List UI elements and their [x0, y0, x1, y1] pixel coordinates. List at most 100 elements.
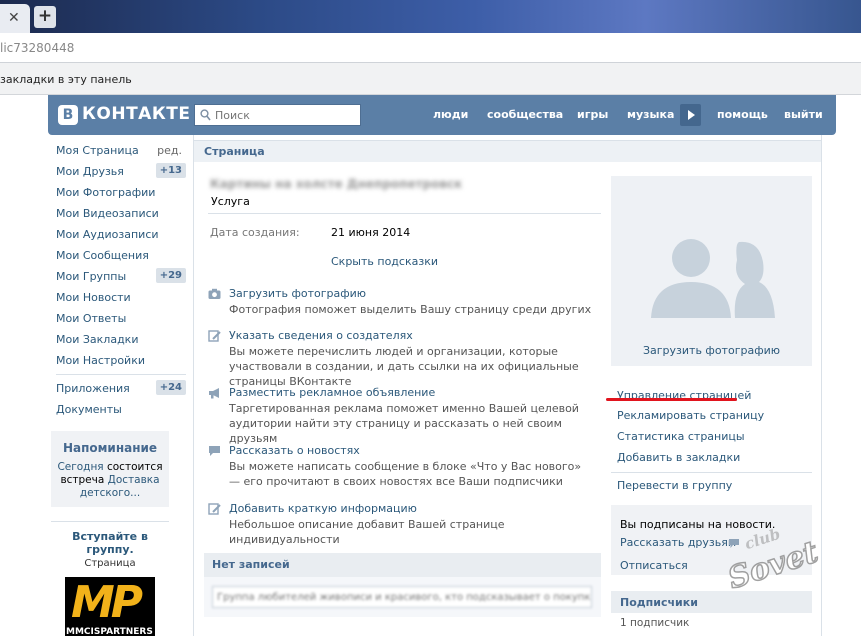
page-name: Картины на холсте Днепропетровск — [210, 177, 463, 191]
nav-logout[interactable]: выйти — [784, 108, 823, 121]
join-group-block: Вступайте в группу. Страница — [51, 521, 169, 569]
menu-label: Мои Ответы — [56, 312, 127, 325]
bookmarks-hint: закладки в эту панель — [0, 73, 132, 86]
tip-creators: Указать сведения о создателях Вы можете … — [208, 329, 598, 388]
page-photo-placeholder[interactable]: Загрузить фотографию — [611, 176, 812, 366]
close-icon[interactable]: ✕ — [8, 10, 20, 26]
reminder-body: Сегодня состоится встреча Доставка детск… — [57, 461, 163, 500]
tip-title[interactable]: Разместить рекламное объявление — [229, 386, 435, 399]
menu-label: Мои Закладки — [56, 333, 139, 346]
nav-games[interactable]: игры — [577, 108, 608, 121]
page-stats-link[interactable]: Статистика страницы — [617, 430, 745, 443]
no-posts-title: Нет записей — [212, 558, 290, 571]
tip-desc: Фотография поможет выделить Вашу страниц… — [229, 303, 592, 316]
people-silhouette-icon — [651, 239, 775, 318]
menu-my-photos[interactable]: Мои Фотографии — [56, 183, 186, 203]
page-category: Услуга — [211, 195, 250, 208]
nav-music[interactable]: музыка — [627, 108, 674, 121]
menu-label: Мои Группы — [56, 270, 127, 283]
upload-photo-link[interactable]: Загрузить фотографию — [611, 344, 812, 357]
tip-title[interactable]: Указать сведения о создателях — [229, 329, 413, 342]
address-bar[interactable]: lic73280448 — [0, 33, 861, 63]
menu-documents[interactable]: Документы — [56, 400, 186, 420]
wall-post-input[interactable] — [212, 586, 592, 608]
menu-my-bookmarks[interactable]: Мои Закладки — [56, 330, 186, 350]
vk-header: В КОНТАКТЕ люди сообщества игры музыка п… — [48, 95, 836, 135]
tip-desc: Вы можете перечислить людей и организаци… — [229, 345, 579, 388]
apps-badge: +24 — [155, 380, 186, 395]
nav-help[interactable]: помощь — [717, 108, 768, 121]
menu-label: Мои Сообщения — [56, 249, 149, 262]
advertise-page-link[interactable]: Рекламировать страницу — [617, 409, 764, 422]
new-tab-button[interactable]: + — [34, 6, 56, 28]
tip-desc: Таргетированная реклама поможет именно В… — [229, 402, 579, 445]
menu-label: Мои Новости — [56, 291, 131, 304]
menu-my-videos[interactable]: Мои Видеозаписи — [56, 204, 186, 224]
menu-label: Мои Друзья — [56, 165, 124, 178]
menu-apps[interactable]: Приложения +24 — [56, 379, 186, 399]
url-text: lic73280448 — [0, 41, 75, 55]
chat-bubble-icon — [209, 446, 220, 456]
join-title[interactable]: Вступайте в группу. — [51, 530, 169, 556]
subscribers-title: Подписчики — [620, 596, 698, 609]
menu-my-page[interactable]: Моя Страница ред. — [56, 141, 186, 161]
menu-label: Мои Видеозаписи — [56, 207, 159, 220]
info-divider — [208, 213, 601, 214]
nav-communities[interactable]: сообщества — [487, 108, 563, 121]
menu-my-audio[interactable]: Мои Аудиозаписи — [56, 225, 186, 245]
subscribers-count[interactable]: 1 подписчик — [620, 617, 689, 629]
tip-title[interactable]: Рассказать о новостях — [229, 444, 360, 457]
menu-label: Документы — [56, 403, 122, 416]
add-bookmark-link[interactable]: Добавить в закладки — [617, 451, 740, 464]
menu-my-groups[interactable]: Мои Группы +29 — [56, 267, 186, 287]
menu-label: Приложения — [56, 382, 130, 395]
play-icon[interactable] — [680, 104, 701, 126]
vk-logo-icon: В — [58, 105, 78, 125]
browser-tab[interactable]: ✕ — [0, 4, 30, 33]
highlight-underline — [606, 398, 737, 401]
edit-link[interactable]: ред. — [157, 144, 182, 157]
reminder-today-link[interactable]: Сегодня — [57, 461, 103, 473]
no-posts-header: Нет записей — [204, 553, 601, 577]
unsubscribe-link[interactable]: Отписаться — [620, 559, 688, 572]
hide-hints-link[interactable]: Скрыть подсказки — [331, 255, 438, 268]
menu-my-settings[interactable]: Мои Настройки — [56, 351, 186, 371]
created-label: Дата создания: — [210, 226, 300, 239]
tip-short-info: Добавить краткую информацию Небольшое оп… — [208, 502, 598, 546]
menu-my-answers[interactable]: Мои Ответы — [56, 309, 186, 329]
search-input[interactable] — [215, 106, 355, 124]
nav-people[interactable]: люди — [433, 108, 468, 121]
tip-upload-photo: Загрузить фотографию Фотография поможет … — [208, 287, 598, 319]
menu-my-messages[interactable]: Мои Сообщения — [56, 246, 186, 266]
join-subtitle: Страница — [84, 558, 136, 569]
section-title: Страница — [204, 145, 265, 158]
menu-label: Мои Фотографии — [56, 186, 156, 199]
vk-logo-text: КОНТАКТЕ — [82, 104, 191, 124]
created-value: 21 июня 2014 — [331, 226, 411, 239]
menu-my-friends[interactable]: Мои Друзья +13 — [56, 162, 186, 182]
search-icon — [200, 109, 211, 121]
group-logo-text: MP — [71, 577, 143, 628]
menu-divider — [56, 374, 186, 375]
menu-label: Мои Аудиозаписи — [56, 228, 159, 241]
menu-my-news[interactable]: Мои Новости — [56, 288, 186, 308]
friends-badge: +13 — [155, 163, 186, 178]
bookmarks-bar: закладки в эту панель — [0, 63, 861, 95]
right-divider — [611, 472, 812, 473]
tip-advertise: Разместить рекламное объявление Таргетир… — [208, 386, 598, 445]
subscribed-text: Вы подписаны на новости. — [620, 518, 776, 531]
megaphone-icon — [209, 388, 219, 399]
groups-badge: +29 — [155, 268, 186, 283]
pencil-icon — [208, 503, 221, 515]
tip-desc: Вы можете написать сообщение в блоке «Чт… — [229, 460, 582, 488]
section-header: Страница — [194, 140, 821, 162]
move-to-group-link[interactable]: Перевести в группу — [617, 479, 732, 492]
tip-desc: Небольшое описание добавит Вашей страниц… — [229, 518, 505, 546]
tip-title[interactable]: Загрузить фотографию — [229, 287, 366, 300]
tip-title[interactable]: Добавить краткую информацию — [229, 502, 417, 515]
group-logo[interactable]: MP MMCISPARTNERS — [65, 577, 155, 636]
menu-label: Моя Страница — [56, 144, 139, 157]
wall-post-box — [204, 577, 601, 617]
browser-tabstrip: ✕ + — [0, 0, 861, 33]
search-box[interactable] — [194, 104, 361, 126]
